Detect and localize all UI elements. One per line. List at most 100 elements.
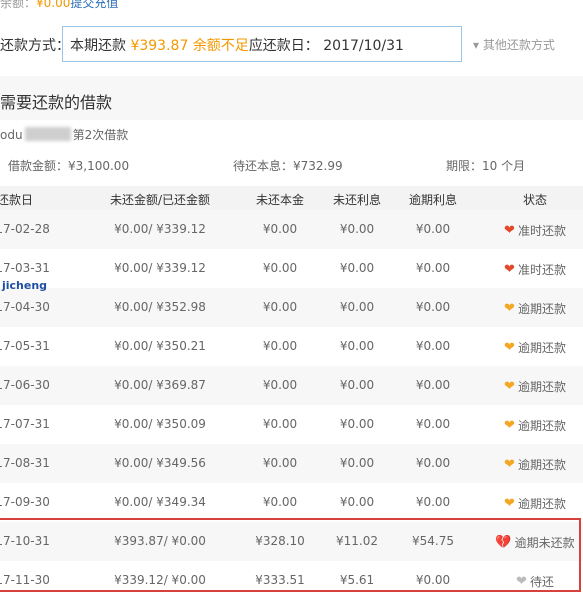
principal-cell: ¥328.10 [255,534,305,548]
table-row: 2017-02-28 ¥0.00/ ¥339.12 ¥0.00 ¥0.00 ¥0.00 ❤… [0,210,583,249]
repay-method-label: 还款方式： [0,38,70,54]
due-date-cell: 2017-10-31 [0,534,50,548]
status-cell: ❤ 逾期还款 [490,378,580,395]
status-label: 待还 [529,575,554,589]
due-date-cell: 2017-07-31 [0,417,50,431]
status-label: 逾期还款 [517,341,566,355]
header-amounts: 未还金额/已还金额 [109,193,211,207]
amounts-cell: ¥0.00/ ¥350.09 [114,417,206,431]
principal-cell: ¥0.00 [262,378,298,392]
table-row: 2017-09-30 ¥0.00/ ¥349.34 ¥0.00 ¥0.00 ¥0.00 ❤… [0,483,583,522]
status-cell: ❤ 逾期还款 [490,456,580,473]
watermark: jicheng [2,279,48,292]
heart-icon: ❤ [504,261,515,277]
interest-cell: ¥0.00 [339,495,375,509]
interest-cell: ¥5.61 [339,573,375,587]
principal-cell: ¥0.00 [262,495,298,509]
header-status: 状态 [522,193,547,207]
interest-cell: ¥0.00 [339,456,375,470]
loan-name-prefix: odu [0,128,23,142]
status-cell: ❤ 逾期还款 [490,495,580,512]
repay-method-row: 还款方式：本期还款 ¥393.87 余额不足应还款日： 2017/10/31 [0,35,404,55]
table-row: 2017-05-31 ¥0.00/ ¥350.21 ¥0.00 ¥0.00 ¥0.00 ❤… [0,327,583,366]
balance-label: 余额： [0,0,37,10]
amounts-cell: ¥0.00/ ¥349.56 [114,456,206,470]
overdue-interest-cell: ¥0.00 [415,378,451,392]
due-date-cell: 2017-08-31 [0,456,50,470]
table-row: 2017-08-31 ¥0.00/ ¥349.56 ¥0.00 ¥0.00 ¥0.00 ❤… [0,444,583,483]
other-repay-method-label: 其他还款方式 [482,38,555,52]
interest-cell: ¥0.00 [339,339,375,353]
interest-cell: ¥11.02 [336,534,378,548]
overdue-interest-cell: ¥0.00 [415,261,451,275]
status-label: 逾期还款 [517,419,566,433]
status-label: 逾期还款 [517,458,566,472]
heart-icon: ❤ [504,378,515,394]
amounts-cell: ¥0.00/ ¥339.12 [114,222,206,236]
interest-cell: ¥0.00 [339,261,375,275]
table-row: 2017-07-31 ¥0.00/ ¥350.09 ¥0.00 ¥0.00 ¥0.00 ❤… [0,405,583,444]
status-label: 准时还款 [517,224,566,238]
other-repay-method-link[interactable]: ▾ 其他还款方式 [473,36,555,53]
table-row: 2017-03-31 ¥0.00/ ¥339.12 ¥0.00 ¥0.00 ¥0.00 ❤… [0,249,583,288]
due-date-cell: 2017-02-28 [0,222,50,236]
due-date-value: 2017/10/31 [323,38,404,54]
loan-amount: 借款金额：¥3,100.00 [8,159,130,173]
header-due-date: 还款日 [0,193,33,207]
amounts-cell: ¥0.00/ ¥350.21 [114,339,206,353]
table-row: 2017-04-30 ¥0.00/ ¥352.98 ¥0.00 ¥0.00 ¥0.00 ❤… [0,288,583,327]
interest-cell: ¥0.00 [339,300,375,314]
principal-cell: ¥0.00 [262,222,298,236]
status-label: 逾期未还款 [514,536,575,550]
overdue-interest-cell: ¥0.00 [415,339,451,353]
amounts-cell: ¥339.12/ ¥0.00 [114,573,206,587]
heart-icon: ❤ [504,417,515,433]
due-date-cell: 2017-05-31 [0,339,50,353]
overdue-interest-cell: ¥0.00 [415,573,451,587]
insufficient-balance-warning: 余额不足 [192,38,249,54]
heart-icon: ❤ [516,573,527,589]
principal-cell: ¥0.00 [262,261,298,275]
overdue-interest-cell: ¥0.00 [415,456,451,470]
due-date-cell: 2017-03-31 [0,261,50,275]
balance-strip: 余额：¥0.00提交充值 [0,0,118,10]
chevron-down-icon: ▾ [473,38,480,52]
status-label: 逾期还款 [517,380,566,394]
recharge-link[interactable]: 提交充值 [70,0,118,10]
status-cell: ❤ 逾期还款 [490,417,580,434]
table-header: 还款日 未还金额/已还金额 未还本金 未还利息 逾期利息 状态 [0,186,583,210]
pending-principal: 待还本息：¥732.99 [233,159,343,173]
heart-icon: ❤ [504,495,515,511]
table-row: 2017-11-30 ¥339.12/ ¥0.00 ¥333.51 ¥5.61 ¥0.0… [0,561,583,600]
due-date-cell: 2017-04-30 [0,300,50,314]
amounts-cell: ¥393.87/ ¥0.00 [114,534,206,548]
due-date-label: 应还款日： [248,38,319,54]
heart-icon: ❤ [504,300,515,316]
status-cell: 💔 逾期未还款 [490,534,580,551]
heart-icon: ❤ [504,222,515,238]
principal-cell: ¥0.00 [262,456,298,470]
repay-amount: ¥393.87 [130,38,189,54]
overdue-interest-cell: ¥0.00 [415,417,451,431]
status-cell: ❤ 逾期还款 [490,339,580,356]
status-cell: ❤ 准时还款 [490,261,580,278]
status-label: 逾期还款 [517,497,566,511]
status-label: 逾期还款 [517,302,566,316]
redacted-name [24,127,71,141]
due-date-cell: 2017-11-30 [0,573,50,587]
amounts-cell: ¥0.00/ ¥349.34 [114,495,206,509]
principal-cell: ¥0.00 [262,339,298,353]
table-row: 2017-10-31 ¥393.87/ ¥0.00 ¥328.10 ¥11.02 ¥54… [0,522,583,561]
loan-term: 期限：10 个月 [446,159,526,173]
status-cell: ❤ 准时还款 [490,222,580,239]
status-cell: ❤ 待还 [490,573,580,590]
table-row: 2017-06-30 ¥0.00/ ¥369.87 ¥0.00 ¥0.00 ¥0.00 ❤… [0,366,583,405]
amounts-cell: ¥0.00/ ¥339.12 [114,261,206,275]
this-period-label: 本期还款 [70,38,126,54]
amounts-cell: ¥0.00/ ¥352.98 [114,300,206,314]
interest-cell: ¥0.00 [339,417,375,431]
due-date-cell: 2017-09-30 [0,495,50,509]
header-principal: 未还本金 [255,193,304,207]
overdue-interest-cell: ¥0.00 [415,495,451,509]
heart-icon: ❤ [504,456,515,472]
